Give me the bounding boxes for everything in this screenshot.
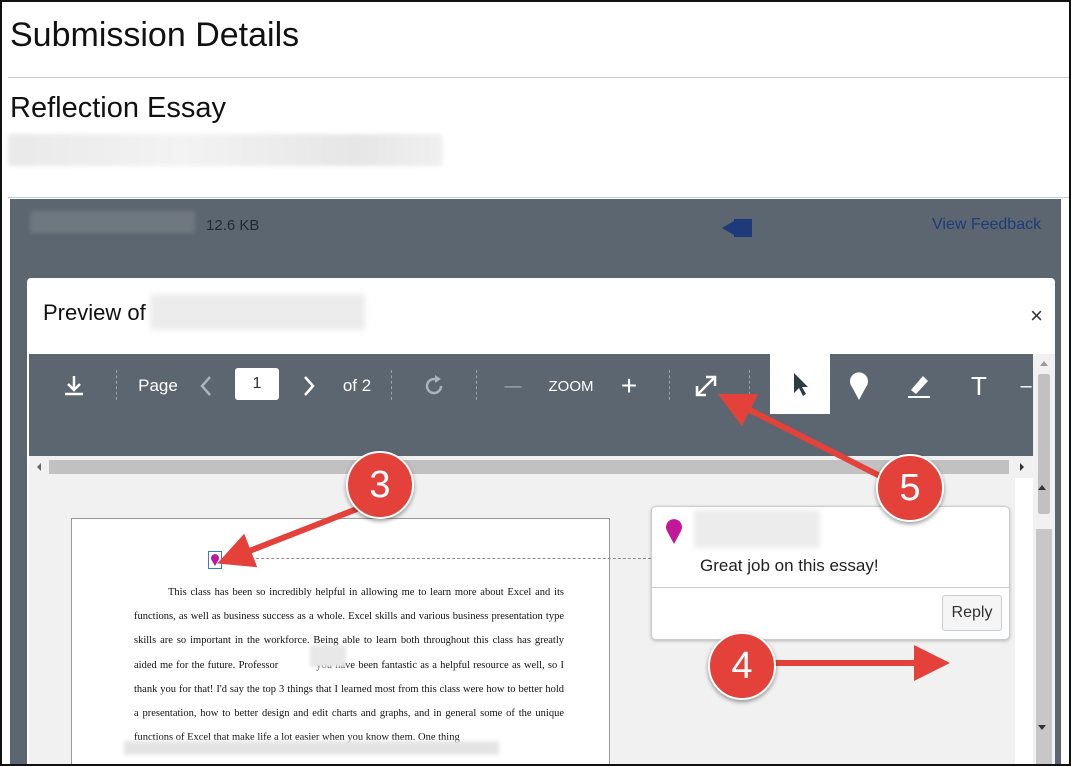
toolbar-separator <box>669 370 670 400</box>
document-page: This class has been so incredibly helpfu… <box>71 518 610 764</box>
page-number-input[interactable]: 1 <box>235 368 279 400</box>
comment-pin-marker[interactable] <box>208 551 222 569</box>
callout-badge-3: 3 <box>346 451 414 519</box>
chevron-left-icon <box>200 376 211 396</box>
select-tool-button[interactable] <box>770 354 830 414</box>
more-tools-button[interactable]: ‒ <box>1019 368 1033 404</box>
vertical-scrollbar[interactable] <box>1033 354 1055 764</box>
highlighter-icon <box>908 376 930 398</box>
assignment-title: Reflection Essay <box>10 92 226 124</box>
scroll-up-icon <box>1040 361 1048 366</box>
download-button[interactable] <box>59 368 89 404</box>
close-button[interactable]: × <box>1030 303 1043 329</box>
expand-icon <box>695 375 717 397</box>
divider <box>8 77 1069 78</box>
scroll-left-icon <box>37 463 41 471</box>
fullscreen-button[interactable] <box>691 368 721 404</box>
rotate-button[interactable] <box>419 368 449 404</box>
document-viewer: This class has been so incredibly helpfu… <box>29 478 1015 764</box>
redacted-text-line <box>124 741 499 755</box>
chevron-right-icon <box>304 376 315 396</box>
horizontal-scroll-thumb[interactable] <box>49 460 1009 474</box>
toolbar-separator <box>476 370 477 400</box>
preview-modal: Preview of × Page 1 of 2 — ZOOM + T ‒ Th… <box>27 278 1055 764</box>
previous-page-button[interactable] <box>194 368 218 404</box>
file-size: 12.6 KB <box>206 217 260 234</box>
comment-text: Great job on this essay! <box>700 556 879 575</box>
scroll-right-icon <box>1020 463 1024 471</box>
comment-connector <box>221 558 651 559</box>
callout-badge-5: 5 <box>876 454 944 522</box>
cursor-icon <box>794 373 808 396</box>
preview-title: Preview of <box>43 300 146 325</box>
zoom-in-button[interactable]: + <box>615 368 643 404</box>
zoom-out-button[interactable]: — <box>499 368 527 404</box>
more-tools-icon: ‒ <box>1020 374 1032 397</box>
redacted-file-name <box>30 211 195 233</box>
essay-paragraph: This class has been so incredibly helpfu… <box>134 587 564 671</box>
next-page-button[interactable] <box>297 368 321 404</box>
zoom-label: ZOOM <box>548 377 594 395</box>
annotation-toolbar: Page 1 of 2 — ZOOM + T ‒ <box>29 354 1033 456</box>
callout-badge-4: 4 <box>708 632 776 700</box>
screenshot-frame: Submission Details Reflection Essay 12.6… <box>0 0 1071 766</box>
redacted-preview-name <box>150 294 365 330</box>
pin-icon <box>850 372 868 400</box>
redacted-submission-info <box>8 134 443 166</box>
highlight-tool-button[interactable] <box>904 368 934 404</box>
essay-paragraph-continued: you have been fantastic as a helpful res… <box>134 659 564 744</box>
pin-icon <box>666 519 682 544</box>
feedback-icon[interactable] <box>722 217 754 239</box>
toolbar-separator <box>391 370 392 400</box>
redacted-commenter-name <box>694 510 820 548</box>
point-annotation-button[interactable] <box>844 368 874 404</box>
reply-button[interactable]: Reply <box>942 595 1002 631</box>
rotate-icon <box>425 375 443 395</box>
view-feedback-link[interactable]: View Feedback <box>932 216 1041 234</box>
text-tool-button[interactable]: T <box>964 368 994 404</box>
scroll-down-icon <box>1038 725 1046 730</box>
toolbar-separator <box>116 370 117 400</box>
essay-text: This class has been so incredibly helpfu… <box>134 581 564 750</box>
toolbar-separator <box>749 370 750 400</box>
pin-icon <box>211 554 219 566</box>
page-label: Page <box>138 376 178 395</box>
page-total: of 2 <box>342 376 372 395</box>
page-title: Submission Details <box>10 16 300 54</box>
download-icon <box>65 376 83 396</box>
comment-card: Great job on this essay! Reply <box>651 506 1010 640</box>
redacted-professor-name <box>310 645 346 667</box>
comment-divider <box>652 587 1009 588</box>
divider <box>8 197 1069 198</box>
scroll-up-icon <box>1038 485 1046 490</box>
